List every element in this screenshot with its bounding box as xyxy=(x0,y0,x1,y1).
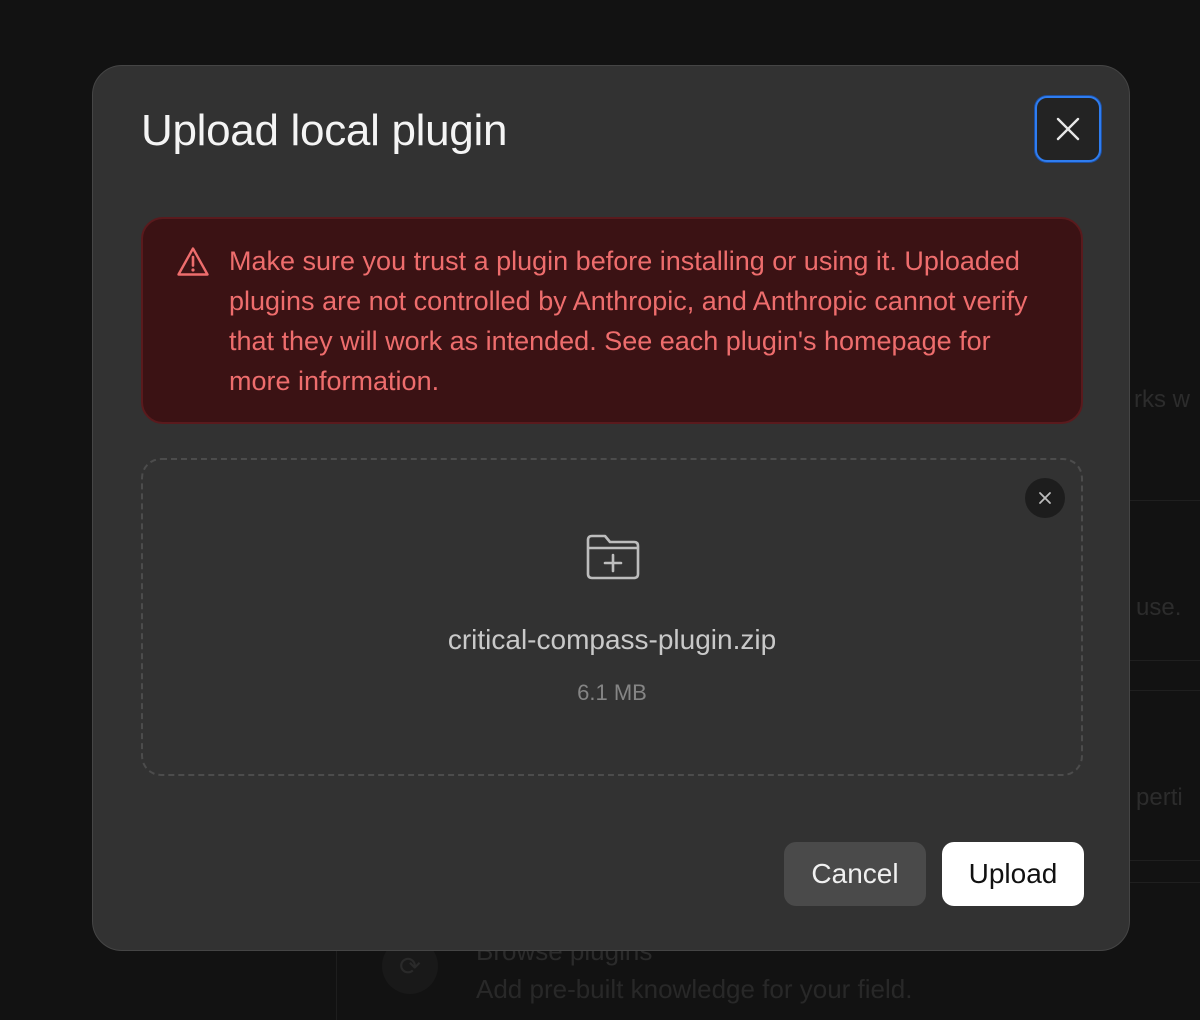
warning-triangle-icon xyxy=(177,247,209,276)
file-dropzone[interactable]: critical-compass-plugin.zip 6.1 MB xyxy=(141,458,1083,776)
background-text-fragment: perti xyxy=(1136,784,1183,811)
upload-button[interactable]: Upload xyxy=(942,842,1084,906)
folder-plus-icon xyxy=(586,534,640,580)
background-text-fragment: use. xyxy=(1136,594,1182,621)
trust-warning-banner: Make sure you trust a plugin before inst… xyxy=(141,217,1083,424)
file-name: critical-compass-plugin.zip xyxy=(447,624,777,655)
background-item-description: Add pre-built knowledge for your field. xyxy=(476,974,913,1004)
dialog-title: Upload local plugin xyxy=(141,106,508,155)
file-size: 6.1 MB xyxy=(577,680,647,705)
background-text-fragment: rks w xyxy=(1134,386,1190,413)
remove-file-button[interactable] xyxy=(1025,478,1065,518)
close-icon xyxy=(1056,117,1080,141)
upload-plugin-dialog: Upload local plugin Make sure you trust … xyxy=(92,65,1130,951)
close-icon xyxy=(1039,492,1051,504)
warning-message: Make sure you trust a plugin before inst… xyxy=(229,246,1028,396)
cancel-button[interactable]: Cancel xyxy=(784,842,926,906)
close-button[interactable] xyxy=(1035,96,1101,162)
